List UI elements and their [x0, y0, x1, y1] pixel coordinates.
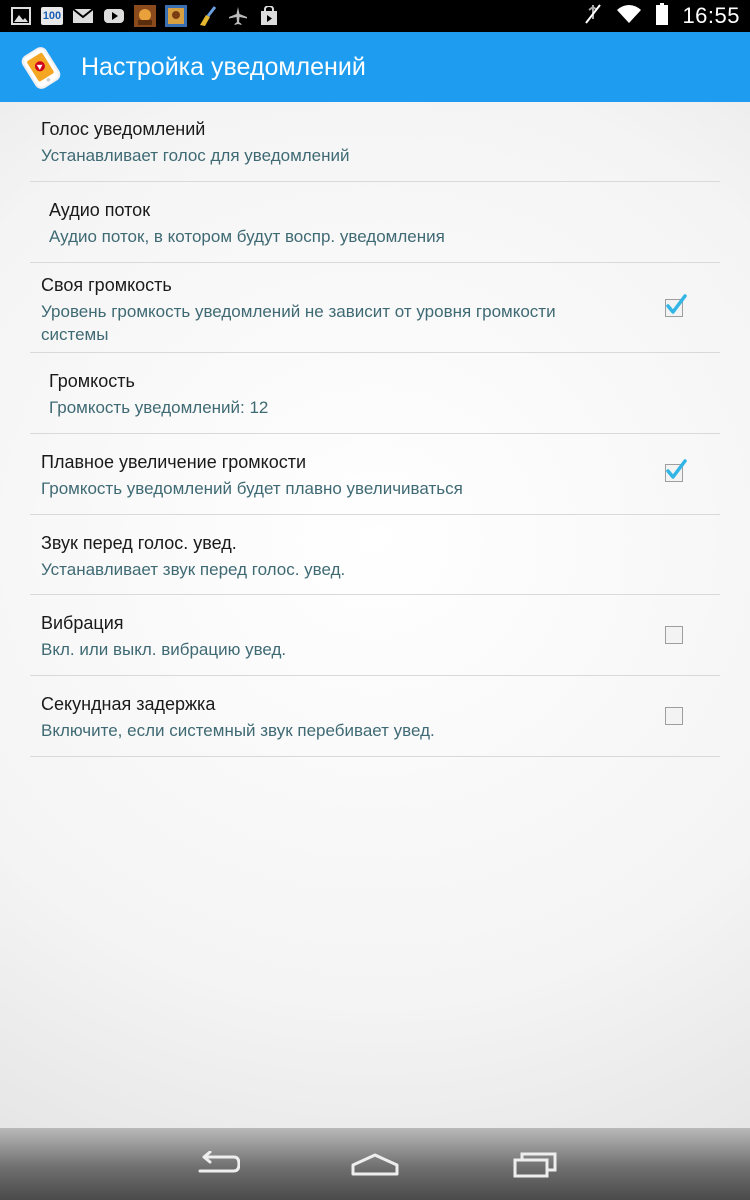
pref-summary: Вкл. или выкл. вибрацию увед.: [41, 640, 287, 659]
badge-100-icon: 100: [41, 5, 63, 27]
home-icon[interactable]: [348, 1148, 402, 1180]
checkmark-icon: [666, 459, 687, 479]
action-bar: Настройка уведомлений: [0, 32, 750, 102]
photo-app-icon: [165, 5, 187, 27]
pref-summary: Устанавливает голос для уведомлений: [41, 146, 350, 165]
pref-title: Секундная задержка: [41, 694, 216, 714]
status-bar: 100 16:55: [0, 0, 750, 32]
airplane-icon: [227, 5, 249, 27]
badge-100-text: 100: [41, 7, 63, 25]
clock: 16:55: [682, 3, 740, 28]
recents-icon[interactable]: [508, 1148, 562, 1180]
pref-summary: Аудио поток, в котором будут воспр. увед…: [49, 227, 445, 246]
pref-own-volume[interactable]: Своя громкость Уровень громкость уведомл…: [30, 263, 720, 353]
battery-icon: [656, 2, 669, 30]
pref-smooth-volume[interactable]: Плавное увеличение громкости Громкость у…: [30, 434, 720, 515]
pref-title: Своя громкость: [41, 275, 172, 295]
vibration-checkbox[interactable]: [665, 626, 683, 644]
system-icons: 16:55: [584, 0, 740, 32]
pref-title: Аудио поток: [49, 200, 151, 220]
app-logo-icon[interactable]: [18, 45, 64, 91]
game-app-icon: [134, 5, 156, 27]
pref-title: Вибрация: [41, 613, 124, 633]
cleaner-app-icon: [196, 5, 218, 27]
gmail-icon: [72, 5, 94, 27]
notification-icons: 100: [10, 4, 280, 28]
second-delay-checkbox[interactable]: [665, 707, 683, 725]
preferences-list: Голос уведомлений Устанавливает голос дл…: [30, 102, 720, 757]
navigation-bar: [0, 1128, 750, 1200]
pref-summary: Уровень громкость уведомлений не зависит…: [41, 302, 556, 344]
pref-second-delay[interactable]: Секундная задержка Включите, если систем…: [30, 676, 720, 757]
store-bag-icon: [258, 5, 280, 27]
pref-title: Звук перед голос. увед.: [41, 533, 237, 553]
pref-summary: Громкость уведомлений будет плавно увели…: [41, 479, 463, 498]
pref-vibration[interactable]: Вибрация Вкл. или выкл. вибрацию увед.: [30, 595, 720, 676]
own-volume-checkbox[interactable]: [665, 294, 687, 317]
back-icon[interactable]: [192, 1148, 242, 1180]
smooth-volume-checkbox[interactable]: [665, 459, 687, 482]
pref-title: Громкость: [49, 371, 135, 391]
wifi-icon: [616, 4, 642, 29]
pref-volume[interactable]: Громкость Громкость уведомлений: 12: [30, 353, 720, 434]
pref-title: Голос уведомлений: [41, 119, 206, 139]
mute-icon: [584, 3, 602, 30]
pref-audio-stream[interactable]: Аудио поток Аудио поток, в котором будут…: [30, 182, 720, 263]
pref-summary: Включите, если системный звук перебивает…: [41, 721, 435, 740]
pref-notification-voice[interactable]: Голос уведомлений Устанавливает голос дл…: [30, 102, 720, 182]
page-title: Настройка уведомлений: [81, 53, 366, 81]
pref-sound-before-voice[interactable]: Звук перед голос. увед. Устанавливает зв…: [30, 515, 720, 595]
checkmark-icon: [666, 294, 687, 314]
youtube-icon: [103, 5, 125, 27]
pref-title: Плавное увеличение громкости: [41, 452, 307, 472]
pref-summary: Громкость уведомлений: 12: [49, 398, 269, 417]
pref-summary: Устанавливает звук перед голос. увед.: [41, 560, 346, 579]
image-notification-icon: [10, 5, 32, 27]
